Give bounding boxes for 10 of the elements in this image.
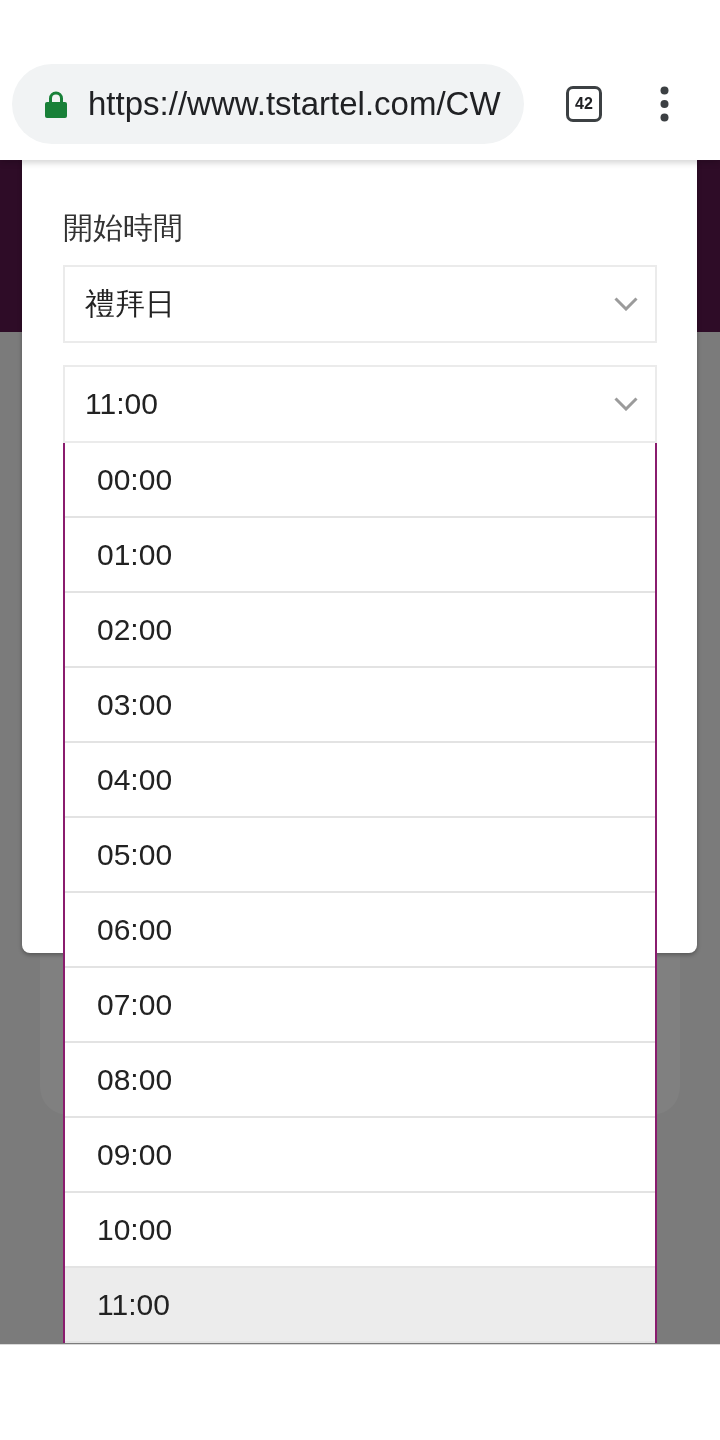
time-select[interactable]: 11:00 bbox=[63, 365, 657, 443]
lock-icon bbox=[45, 90, 67, 118]
chevron-down-icon bbox=[614, 397, 638, 411]
address-bar[interactable]: https://www.tstartel.com/CW bbox=[12, 64, 524, 144]
tab-switcher-button[interactable]: 42 bbox=[566, 86, 602, 122]
chevron-down-icon bbox=[614, 297, 638, 311]
dropdown-option[interactable]: 11:00 bbox=[65, 1268, 655, 1343]
menu-icon[interactable] bbox=[660, 86, 669, 122]
field-label: 開始時間 bbox=[63, 210, 183, 246]
day-select[interactable]: 禮拜日 bbox=[63, 265, 657, 343]
